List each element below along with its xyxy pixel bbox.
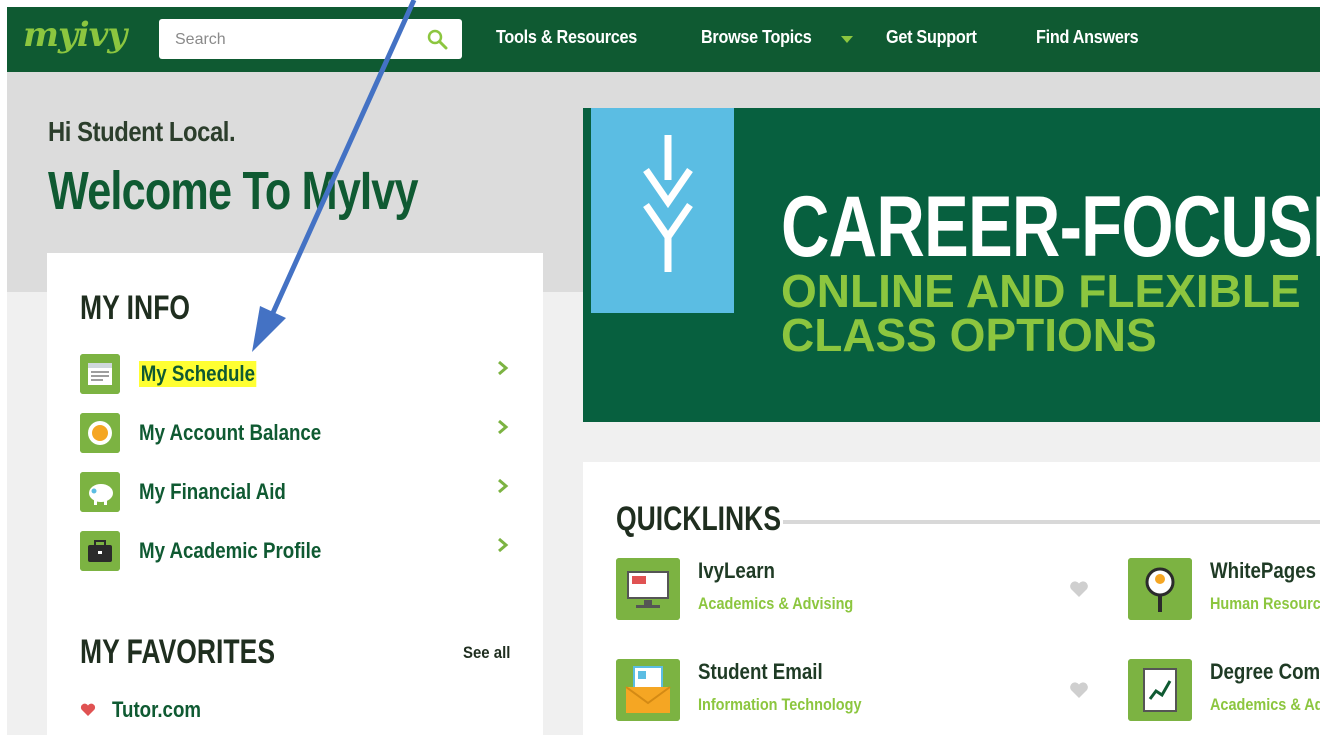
quicklink-whitepages[interactable]: WhitePages Human Resources	[1128, 558, 1320, 622]
my-favorites-title: MY FAVORITES	[80, 633, 276, 671]
chevron-right-icon	[498, 360, 509, 376]
my-account-balance-label: My Account Balance	[139, 420, 322, 445]
ivy-tech-logo-icon	[643, 135, 693, 272]
favorite-heart-icon[interactable]	[1069, 681, 1089, 699]
favorite-label: Tutor.com	[112, 697, 202, 722]
my-schedule-link[interactable]: My Schedule	[80, 354, 520, 394]
page: myivy Tools & Resources Browse Topics Ge…	[0, 0, 1320, 735]
quicklink-name: Student Email	[698, 659, 823, 684]
top-navigation-bar: myivy Tools & Resources Browse Topics Ge…	[7, 7, 1320, 72]
coin-icon	[80, 413, 120, 453]
quicklink-name: IvyLearn	[698, 558, 775, 583]
quicklink-category[interactable]: Human Resources	[1210, 594, 1320, 614]
divider	[783, 520, 1320, 524]
chevron-right-icon	[498, 419, 509, 435]
envelope-icon	[616, 659, 680, 721]
calendar-icon	[80, 354, 120, 394]
quicklink-category[interactable]: Academics & Advising	[1210, 695, 1320, 715]
search-icon[interactable]	[426, 28, 448, 50]
quicklink-degree-compass[interactable]: Degree Compass Academics & Advising	[1128, 659, 1320, 723]
my-account-balance-link[interactable]: My Account Balance	[80, 413, 520, 453]
my-academic-profile-label: My Academic Profile	[139, 538, 322, 563]
favorite-item-tutor[interactable]: Tutor.com	[80, 697, 380, 727]
my-schedule-label: My Schedule	[139, 361, 257, 387]
quicklinks-card: QUICKLINKS IvyLearn Academics & Advising	[583, 462, 1320, 735]
see-all-link[interactable]: See all	[463, 643, 510, 663]
search-box	[159, 19, 462, 61]
magnifier-person-icon	[1128, 558, 1192, 620]
greeting-text: Hi Student Local.	[48, 116, 236, 147]
chart-book-icon	[1128, 659, 1192, 721]
quicklink-category[interactable]: Information Technology	[698, 695, 862, 715]
my-financial-aid-link[interactable]: My Financial Aid	[80, 472, 520, 512]
myivy-logo[interactable]: myivy	[23, 15, 127, 55]
promo-banner[interactable]: CAREER-FOCUSED ONLINE AND FLEXIBLE CLASS…	[583, 108, 1320, 422]
my-info-card: MY INFO My Schedule My Account Balance M…	[47, 253, 543, 735]
nav-get-support[interactable]: Get Support	[886, 27, 977, 48]
quicklink-student-email[interactable]: Student Email Information Technology	[616, 659, 1056, 723]
favorite-heart-icon[interactable]	[1069, 580, 1089, 598]
nav-browse-topics[interactable]: Browse Topics	[701, 27, 812, 48]
monitor-icon	[616, 558, 680, 620]
quicklink-name: Degree Compass	[1210, 659, 1320, 684]
briefcase-icon	[80, 531, 120, 571]
chevron-right-icon	[498, 478, 509, 494]
heart-icon[interactable]	[80, 703, 96, 717]
chevron-down-icon[interactable]	[841, 36, 853, 43]
banner-headline: CAREER-FOCUSED	[781, 179, 1320, 275]
piggy-bank-icon	[80, 472, 120, 512]
search-input[interactable]	[159, 19, 427, 61]
my-academic-profile-link[interactable]: My Academic Profile	[80, 531, 520, 571]
quicklink-ivylearn[interactable]: IvyLearn Academics & Advising	[616, 558, 1056, 622]
quicklink-category[interactable]: Academics & Advising	[698, 594, 853, 614]
my-financial-aid-label: My Financial Aid	[139, 479, 286, 504]
nav-find-answers[interactable]: Find Answers	[1036, 27, 1139, 48]
page-title: Welcome To MyIvy	[48, 161, 419, 221]
my-info-title: MY INFO	[80, 289, 191, 327]
banner-subline-2: CLASS OPTIONS	[781, 309, 1157, 361]
quicklink-name: WhitePages	[1210, 558, 1316, 583]
quicklinks-title: QUICKLINKS	[616, 500, 782, 538]
chevron-right-icon	[498, 537, 509, 553]
nav-tools-resources[interactable]: Tools & Resources	[496, 27, 637, 48]
